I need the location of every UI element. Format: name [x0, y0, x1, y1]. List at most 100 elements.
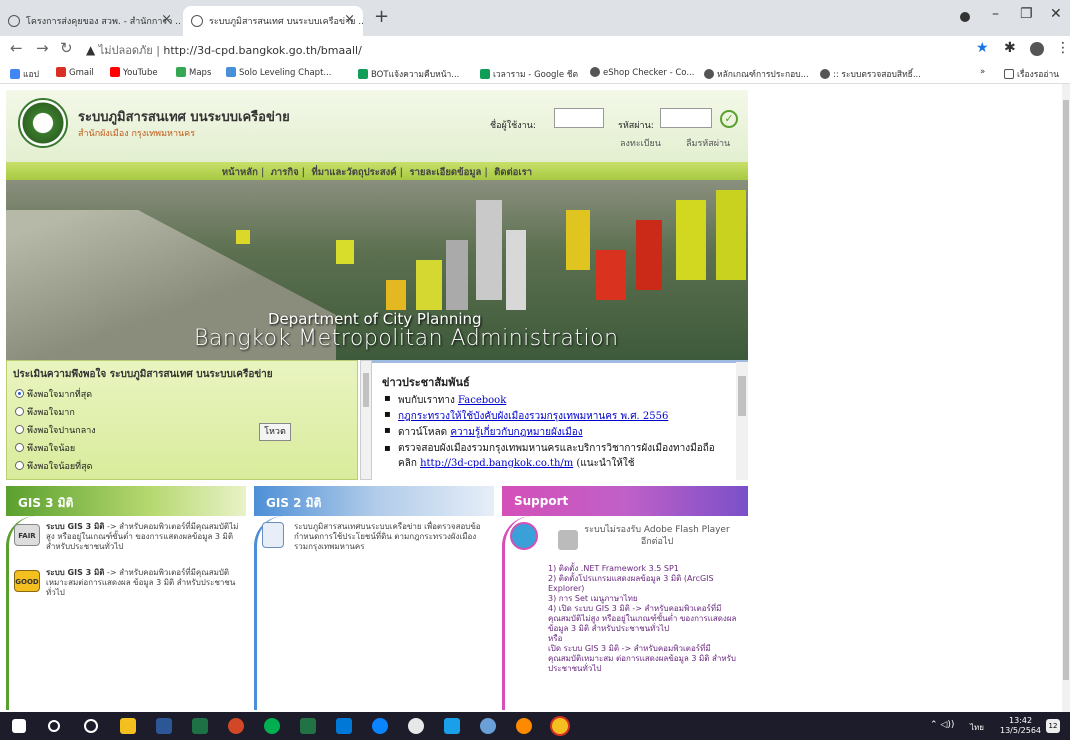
reading-list-button[interactable]: เรื่องรออ่าน — [1004, 67, 1059, 81]
support-step[interactable]: 1) ติดตั้ง .NET Framework 3.5 SP1 — [548, 564, 742, 574]
mobile-site-link[interactable]: http://3d-cpd.bangkok.co.th/m — [420, 458, 573, 469]
radio-button[interactable] — [15, 461, 24, 470]
poll-scroll-thumb[interactable] — [363, 373, 369, 407]
menu-mission[interactable]: ภารกิจ — [271, 167, 299, 178]
paint-icon[interactable] — [480, 718, 496, 734]
firefox-icon[interactable] — [516, 718, 532, 734]
page-scrollbar-thumb[interactable] — [1063, 100, 1069, 680]
register-link[interactable]: ลงทะเบียน — [620, 136, 661, 150]
chrome-icon[interactable] — [552, 718, 568, 734]
bookmark-maps[interactable]: Maps — [176, 67, 211, 78]
law-knowledge-link[interactable]: ความรู้เกี่ยวกับกฎหมายผังเมือง — [450, 427, 582, 438]
line-icon[interactable] — [264, 718, 280, 734]
poll-option[interactable]: พึงพอใจปานกลาง — [15, 423, 96, 437]
menu-home[interactable]: หน้าหลัก — [222, 167, 258, 178]
download-icon[interactable] — [510, 522, 538, 550]
building — [446, 240, 468, 310]
word-icon[interactable] — [156, 718, 172, 734]
menu-data-details[interactable]: รายละเอียดข้อมูล — [409, 167, 481, 178]
menu-contact[interactable]: ติดต่อเรา — [494, 167, 532, 178]
radio-button[interactable] — [15, 425, 24, 434]
close-window-icon[interactable]: ✕ — [1050, 6, 1062, 22]
bookmark-star-icon[interactable]: ★ — [976, 40, 989, 56]
close-tab-icon[interactable]: × — [161, 12, 172, 27]
banner-bma-title: Bangkok Metropolitan Administration — [194, 326, 619, 351]
support-step[interactable]: เปิด ระบบ GIS 3 มิติ -> สำหรับคอมพิวเตอร… — [548, 644, 742, 674]
map-document-icon[interactable] — [262, 522, 284, 548]
bookmark-sheet[interactable]: เวลาราม - Google ชีต — [480, 67, 578, 81]
menu-icon[interactable]: ⋮ — [1056, 40, 1070, 56]
username-input[interactable] — [554, 108, 604, 128]
minimize-icon[interactable]: – — [992, 6, 999, 22]
poll-option[interactable]: พึงพอใจน้อยที่สุด — [15, 459, 92, 473]
forgot-password-link[interactable]: ลืมรหัสผ่าน — [686, 136, 730, 150]
reload-icon[interactable]: ↻ — [60, 39, 73, 57]
edge-icon[interactable] — [372, 718, 388, 734]
gis-2d-link[interactable]: ระบบภูมิสารสนเทศบนระบบเครือข่าย เพื่อตรว… — [294, 522, 484, 552]
news-scroll-thumb[interactable] — [738, 376, 746, 416]
password-input[interactable] — [660, 108, 712, 128]
bookmark-criteria[interactable]: หลักเกณฑ์การประกอบ... — [704, 67, 809, 81]
building — [386, 280, 406, 310]
coffee-icon[interactable] — [408, 718, 424, 734]
gmail-icon — [56, 67, 66, 77]
tab-gis-system[interactable]: ระบบภูมิสารสนเทศ บนระบบเครือข่าย ... × — [183, 6, 363, 36]
radio-button[interactable] — [15, 407, 24, 416]
new-tab-button[interactable]: + — [374, 6, 389, 27]
restore-icon[interactable]: ❐ — [1020, 6, 1033, 22]
cortana-icon[interactable] — [84, 719, 98, 733]
support-step[interactable]: 4) เปิด ระบบ GIS 3 มิติ -> สำหรับคอมพิวเ… — [548, 604, 742, 634]
radio-button[interactable] — [15, 443, 24, 452]
tray-icons[interactable]: ⌃ ◁)) — [930, 720, 954, 730]
fair-badge-icon[interactable]: FAIR — [14, 524, 40, 546]
login-check-icon[interactable]: ✓ — [720, 110, 738, 128]
excel-icon[interactable] — [192, 718, 208, 734]
news-scrollbar[interactable] — [736, 362, 748, 480]
reading-list-icon — [1004, 69, 1014, 79]
bookmark-youtube[interactable]: YouTube — [110, 67, 158, 78]
bookmark-apps[interactable]: แอป — [10, 67, 39, 81]
regulation-link[interactable]: กฎกระทรวงให้ใช้บังคับผังเมืองรวมกรุงเทพม… — [398, 411, 668, 422]
clock[interactable]: 13:42 13/5/2564 — [1000, 716, 1041, 736]
tab-cpd-project[interactable]: โครงการส่งคุยของ สวพ. - สำนักการว ... × — [0, 6, 180, 36]
project-icon[interactable] — [300, 718, 316, 734]
poll-option[interactable]: พึงพอใจน้อย — [15, 441, 75, 455]
bookmark-solo[interactable]: Solo Leveling Chapt... — [226, 67, 332, 78]
bookmark-check[interactable]: :: ระบบตรวจสอบสิทธิ์... — [820, 67, 921, 81]
poll-scrollbar[interactable] — [360, 360, 372, 480]
powerpoint-icon[interactable] — [228, 718, 244, 734]
start-icon[interactable] — [12, 719, 26, 733]
bookmark-eshop[interactable]: eShop Checker - Co... — [590, 67, 694, 78]
account-icon[interactable] — [1030, 42, 1044, 56]
forward-icon[interactable]: → — [36, 39, 49, 57]
bookmark-bot[interactable]: BOTแจ้งความคืบหน้า... — [358, 67, 459, 81]
close-tab-icon[interactable]: × — [344, 12, 355, 27]
gis-3d-fair-link[interactable]: ระบบ GIS 3 มิติ -> สำหรับคอมพิวเตอร์ที่ม… — [46, 522, 242, 552]
poll-option[interactable]: พึงพอใจมาก — [15, 405, 75, 419]
outlook-icon[interactable] — [336, 718, 352, 734]
input-language[interactable]: ไทย — [970, 721, 984, 734]
file-explorer-icon[interactable] — [120, 718, 136, 734]
facebook-link[interactable]: Facebook — [458, 395, 506, 406]
back-icon[interactable]: ← — [10, 39, 23, 57]
bookmark-gmail[interactable]: Gmail — [56, 67, 94, 78]
tab-strip: โครงการส่งคุยของ สวพ. - สำนักการว ... × … — [0, 0, 1070, 36]
menu-objectives[interactable]: ที่มาและวัตถุประสงค์ — [311, 167, 396, 178]
main-menu: หน้าหลัก | ภารกิจ | ที่มาและวัตถุประสงค์ | … — [6, 162, 748, 180]
support-step[interactable]: 3) การ Set เมนูภาษาไทย — [548, 594, 742, 604]
profile-icon[interactable] — [960, 12, 970, 22]
more-bookmarks-button[interactable]: » — [980, 67, 985, 77]
extensions-icon[interactable]: ✱ — [1004, 40, 1016, 56]
gis-3d-good-link[interactable]: ระบบ GIS 3 มิติ -> สำหรับคอมพิวเตอร์ที่ม… — [46, 568, 242, 598]
address-bar[interactable]: ▲ ไม่ปลอดภัย | http://3d-cpd.bangkok.go.… — [86, 37, 966, 59]
poll-option[interactable]: พึงพอใจมากที่สุด — [15, 387, 92, 401]
apps-icon — [10, 69, 20, 79]
support-step[interactable]: 2) ติดตั้งโปรแกรมแสดงผลข้อมูล 3 มิติ (Ar… — [548, 574, 742, 594]
search-icon[interactable] — [48, 720, 60, 732]
store-icon[interactable] — [444, 718, 460, 734]
radio-button[interactable] — [15, 389, 24, 398]
clock-date: 13/5/2564 — [1000, 726, 1042, 735]
vote-button[interactable]: โหวต — [259, 423, 291, 441]
notification-icon[interactable]: 12 — [1046, 719, 1060, 733]
good-badge-icon[interactable]: GOOD — [14, 570, 40, 592]
